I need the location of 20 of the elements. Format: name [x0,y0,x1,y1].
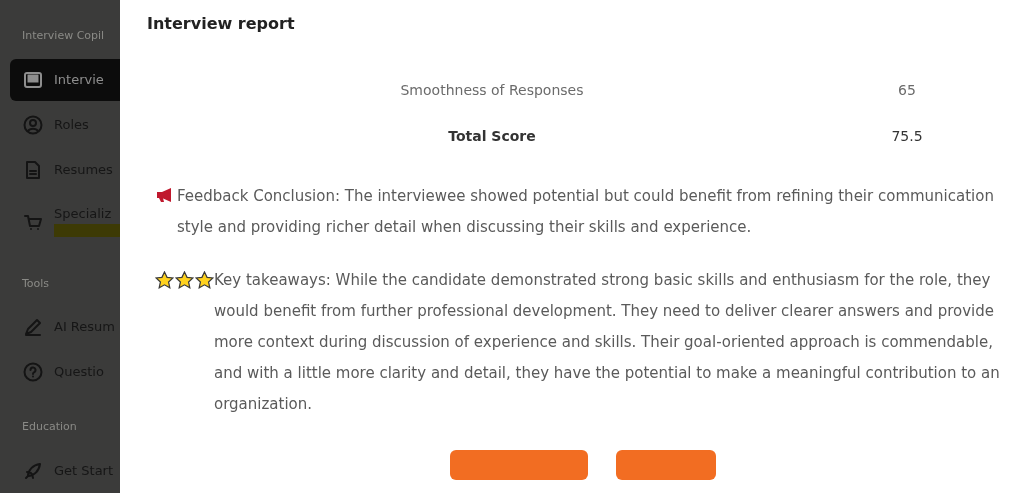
help-icon [22,361,44,383]
item-label: Intervie [54,71,104,87]
feedback-text: Feedback Conclusion: The interviewee showed potential but could benefit from refining their communication style and providing richer detail when discussing their skills and experience. [177,186,995,239]
sidebar-item[interactable]: Intervie [10,58,120,101]
score-label: Smoothness of Responses [399,80,585,100]
score-label: Total Score [447,126,537,146]
star-icon [155,271,174,290]
star-icon [175,271,194,290]
dialog-title: Interview report [147,14,296,34]
action-button[interactable] [450,450,588,481]
score-value: 75.5 [890,126,924,146]
feedback-text: Key takeaways: While the candidate demonstrated strong basic skills and enthusiasm for the role, they would benefit from further professional development. They need to deliver clearer answers and provide more context during discussion of experience and skills. Their goal-oriented approach is commendable, and with a little more clarity and detail, they have the potential to make a meaningful contribution to an organization. [214,270,1001,416]
user-icon [22,113,44,136]
action-button[interactable] [616,450,716,481]
star-icon [195,271,214,290]
section-heading: Education [21,419,78,435]
section-heading: Interview Copil [21,28,106,44]
pen-icon [22,316,44,338]
score-value: 65 [897,80,917,100]
section-heading: Tools [21,275,51,292]
